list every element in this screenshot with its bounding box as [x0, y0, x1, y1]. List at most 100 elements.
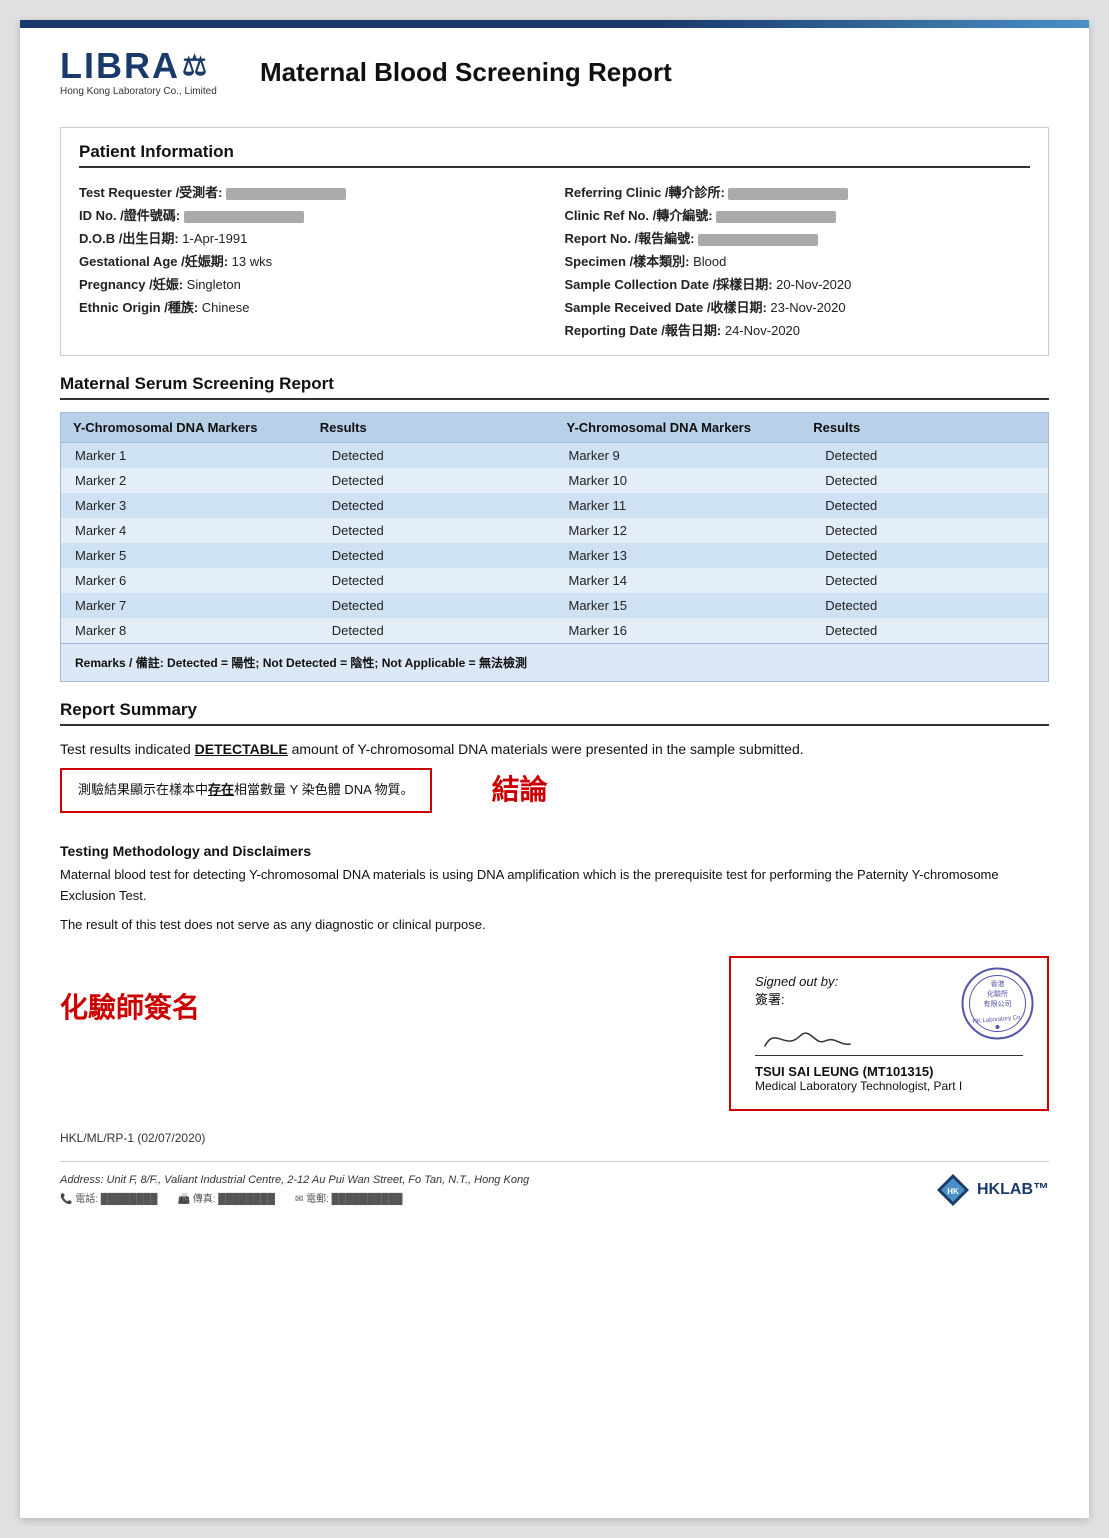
signature-area: 化驗師簽名 香港 化驗所 有限公司 HK Laboratory Co. Sign… [60, 956, 1049, 1111]
marker-row-5-col-0: Marker 6 [61, 568, 308, 593]
remarks-row: Remarks / 備註: Detected = 陽性; Not Detecte… [61, 643, 1048, 681]
marker-row-4-col-0: Marker 5 [61, 543, 308, 568]
col2-header: Results [308, 413, 555, 442]
screening-section: Maternal Serum Screening Report Y-Chromo… [60, 374, 1049, 682]
col4-header: Results [801, 413, 1048, 442]
info-row-received: Sample Received Date /收樣日期: 23-Nov-2020 [565, 295, 1031, 318]
info-row-ethnic: Ethnic Origin /種族: Chinese [79, 295, 545, 318]
marker-row-5-col-1: Detected [308, 568, 555, 593]
methodology-para2: The result of this test does not serve a… [60, 915, 1049, 936]
signature-svg [755, 1016, 875, 1056]
summary-text: Test results indicated DETECTABLE amount… [60, 738, 1049, 760]
logo-sub: Hong Kong Laboratory Co., Limited [60, 86, 217, 97]
marker-row-4-col-2: Marker 13 [555, 543, 802, 568]
markers-outer: Y-Chromosomal DNA Markers Results Y-Chro… [60, 412, 1049, 682]
patient-info-grid: Test Requester /受測者: ID No. /證件號碼: D.O.B… [79, 180, 1030, 341]
marker-row-1-col-3: Detected [801, 468, 1048, 493]
svg-text:化驗所: 化驗所 [987, 989, 1008, 998]
footer-tel: 📞 電話: ████████ [60, 1190, 157, 1205]
patient-info-title: Patient Information [79, 142, 1030, 168]
marker-row-6-col-0: Marker 7 [61, 593, 308, 618]
patient-info-section: Patient Information Test Requester /受測者:… [60, 127, 1049, 356]
footer-address: Address: Unit F, 8/F., Valiant Industria… [60, 1161, 1049, 1208]
marker-row-1-col-1: Detected [308, 468, 555, 493]
sign-box: 香港 化驗所 有限公司 HK Laboratory Co. Signed out… [729, 956, 1049, 1111]
marker-row-7-col-1: Detected [308, 618, 555, 643]
marker-row-4-col-3: Detected [801, 543, 1048, 568]
marker-row-7-col-0: Marker 8 [61, 618, 308, 643]
header: LIBRA ⚖ Hong Kong Laboratory Co., Limite… [60, 48, 1049, 107]
redacted-requester [226, 188, 346, 200]
info-row-specimen: Specimen /樣本類別: Blood [565, 249, 1031, 272]
marker-row-7-col-3: Detected [801, 618, 1048, 643]
col1-header: Y-Chromosomal DNA Markers [61, 413, 308, 442]
exist-underline: 存在 [208, 782, 234, 797]
methodology-title: Testing Methodology and Disclaimers [60, 843, 1049, 859]
marker-row-7-col-2: Marker 16 [555, 618, 802, 643]
marker-row-0-col-3: Detected [801, 443, 1048, 468]
info-row-dob: D.O.B /出生日期: 1-Apr-1991 [79, 226, 545, 249]
markers-header-row: Y-Chromosomal DNA Markers Results Y-Chro… [61, 413, 1048, 443]
marker-row-6-col-2: Marker 15 [555, 593, 802, 618]
libra-scale-icon: ⚖ [182, 52, 209, 80]
marker-row-4-col-1: Detected [308, 543, 555, 568]
marker-row-2-col-3: Detected [801, 493, 1048, 518]
footer-address-block: Address: Unit F, 8/F., Valiant Industria… [60, 1174, 529, 1205]
logo-area: LIBRA ⚖ Hong Kong Laboratory Co., Limite… [60, 48, 230, 97]
marker-row-5-col-3: Detected [801, 568, 1048, 593]
summary-box: 測驗結果顯示在樣本中存在相當數量 Y 染色體 DNA 物質。 [60, 768, 432, 813]
hklab-logo: HK HKLAB™ [935, 1172, 1049, 1208]
svg-text:有限公司: 有限公司 [984, 999, 1012, 1008]
marker-row-3-col-2: Marker 12 [555, 518, 802, 543]
info-row-clinicref: Clinic Ref No. /轉介編號: [565, 203, 1031, 226]
marker-row-0-col-2: Marker 9 [555, 443, 802, 468]
conclusion-area: 測驗結果顯示在樣本中存在相當數量 Y 染色體 DNA 物質。 結論 [60, 768, 1049, 827]
marker-row-0-col-1: Detected [308, 443, 555, 468]
marker-row-1-col-0: Marker 2 [61, 468, 308, 493]
info-row-pregnancy: Pregnancy /妊娠: Singleton [79, 272, 545, 295]
chemist-label: 化驗師簽名 [60, 986, 200, 1026]
footer-contacts: 📞 電話: ████████ 📠 傳真: ████████ ✉ 電郵: ████… [60, 1190, 529, 1205]
top-bar [20, 20, 1089, 28]
info-row-sampledate: Sample Collection Date /採樣日期: 20-Nov-202… [565, 272, 1031, 295]
marker-row-1-col-2: Marker 10 [555, 468, 802, 493]
hklab-label: HKLAB™ [977, 1181, 1049, 1199]
signed-out-label: Signed out by: [755, 974, 838, 989]
marker-row-0-col-0: Marker 1 [61, 443, 308, 468]
info-row-gest: Gestational Age /妊娠期: 13 wks [79, 249, 545, 272]
marker-row-3-col-3: Detected [801, 518, 1048, 543]
chinese-summary: 測驗結果顯示在樣本中存在相當數量 Y 染色體 DNA 物質。 [78, 780, 414, 801]
signer-name: TSUI SAI LEUNG (MT101315) [755, 1064, 1023, 1079]
marker-row-6-col-1: Detected [308, 593, 555, 618]
signer-title: Medical Laboratory Technologist, Part I [755, 1079, 1023, 1093]
serum-title: Maternal Serum Screening Report [60, 374, 1049, 400]
report-summary-title: Report Summary [60, 700, 1049, 726]
marker-row-5-col-2: Marker 14 [555, 568, 802, 593]
logo-text: LIBRA ⚖ [60, 48, 209, 84]
marker-row-2-col-1: Detected [308, 493, 555, 518]
redacted-reportno [698, 234, 818, 246]
redacted-clinicref [716, 211, 836, 223]
marker-row-2-col-2: Marker 11 [555, 493, 802, 518]
detectable-word: DETECTABLE [195, 741, 288, 757]
info-row-idno: ID No. /證件號碼: [79, 203, 545, 226]
col3-header: Y-Chromosomal DNA Markers [555, 413, 802, 442]
marker-row-2-col-0: Marker 3 [61, 493, 308, 518]
patient-info-right: Referring Clinic /轉介診所: Clinic Ref No. /… [565, 180, 1031, 341]
libra-wordmark: LIBRA [60, 48, 180, 84]
address-text: Address: Unit F, 8/F., Valiant Industria… [60, 1174, 529, 1186]
page: LIBRA ⚖ Hong Kong Laboratory Co., Limite… [20, 20, 1089, 1518]
svg-text:香港: 香港 [991, 979, 1005, 988]
marker-row-3-col-0: Marker 4 [61, 518, 308, 543]
redacted-clinic [728, 188, 848, 200]
redacted-idno [184, 211, 304, 223]
conclusion-label: 結論 [492, 768, 548, 808]
info-row-reporting: Reporting Date /報告日期: 24-Nov-2020 [565, 318, 1031, 341]
patient-info-left: Test Requester /受測者: ID No. /證件號碼: D.O.B… [79, 180, 545, 341]
methodology-section: Testing Methodology and Disclaimers Mate… [60, 843, 1049, 935]
info-row-reportno: Report No. /報告編號: [565, 226, 1031, 249]
marker-row-6-col-3: Detected [801, 593, 1048, 618]
report-summary-section: Report Summary Test results indicated DE… [60, 700, 1049, 827]
footer-email: ✉ 電郵: ██████████ [295, 1190, 403, 1205]
sign-line [755, 1016, 1023, 1056]
